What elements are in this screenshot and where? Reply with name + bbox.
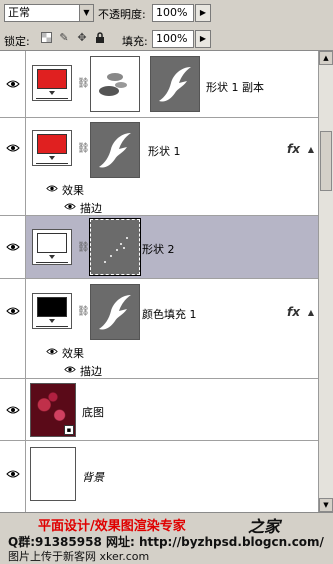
layer-thumbnail [32, 130, 72, 166]
layer-thumbnail [32, 229, 72, 265]
fill-label: 填充: [122, 35, 148, 48]
layers-scrollbar[interactable]: ▲ ▼ [318, 51, 333, 512]
expand-effects-icon[interactable]: ▲ [308, 308, 314, 317]
blend-mode-select[interactable]: 正常 ▼ [4, 4, 94, 22]
opacity-input[interactable]: 100% [152, 4, 194, 22]
swoosh-shape-icon [99, 295, 131, 330]
vector-mask-thumbnail[interactable] [90, 284, 140, 340]
layer-row-base-image[interactable]: ▪ 底图 [0, 379, 318, 441]
fill-slider-button[interactable]: ▶ [195, 30, 211, 48]
eye-icon[interactable] [64, 202, 76, 211]
swoosh-shape-icon [99, 133, 131, 168]
layer-row-shape2[interactable]: ⛓ 形状 2 [0, 216, 318, 279]
fill-input[interactable]: 100% [152, 30, 194, 48]
opacity-slider-button[interactable]: ▶ [195, 4, 211, 22]
eye-icon[interactable] [64, 365, 76, 374]
lock-all-icon[interactable] [94, 32, 106, 44]
opacity-value: 100% [156, 6, 188, 19]
effects-row[interactable]: 效果 [0, 343, 318, 361]
watermark-title: 平面设计/效果图渲染专家 [38, 519, 186, 534]
lock-brush-icon[interactable]: ✎ [58, 32, 70, 44]
visibility-toggle[interactable] [0, 51, 26, 117]
eye-icon [6, 243, 20, 251]
lock-label: 锁定: [4, 35, 30, 48]
visibility-toggle[interactable] [0, 441, 26, 512]
color-ramp-marker [49, 319, 55, 323]
layer-thumbnail [32, 65, 72, 101]
color-fill-swatch [37, 69, 67, 89]
blend-mode-value: 正常 [8, 6, 30, 19]
expand-effects-icon[interactable]: ▲ [308, 145, 314, 154]
layer-name[interactable]: 形状 1 [148, 143, 181, 159]
lock-transparency-icon[interactable] [40, 32, 52, 44]
layers-bottom-bar: 平面设计/效果图渲染专家 之家 Q群:91385958 网址: http://b… [0, 512, 333, 563]
layer-mask-thumbnail[interactable] [90, 56, 140, 112]
link-chain-icon: ⛓ [77, 143, 90, 154]
eye-icon [6, 470, 20, 478]
chevron-down-icon[interactable]: ▼ [79, 5, 93, 21]
brush-smudge-mask [99, 73, 127, 96]
vector-mask-thumbnail[interactable] [89, 218, 141, 276]
effects-label: 效果 [62, 347, 84, 360]
layer-name[interactable]: 形状 1 副本 [206, 79, 264, 95]
link-chain-icon: ⛓ [77, 306, 90, 317]
vector-mask-thumbnail[interactable] [150, 56, 200, 112]
layers-list: ⛓ 形状 1 副本 ⛓ 形状 1 fx ▲ 效果 描边 ⛓ 形状 2 ⛓ 颜色填… [0, 51, 318, 512]
path-points-icon [104, 237, 128, 263]
color-fill-swatch [37, 233, 67, 253]
color-fill-swatch [37, 297, 67, 317]
color-ramp-marker [49, 156, 55, 160]
layer-thumbnail [32, 293, 72, 329]
lock-move-icon[interactable]: ✥ [76, 32, 88, 44]
visibility-toggle[interactable] [0, 379, 26, 440]
eye-icon [6, 144, 20, 152]
layer-row-shape1-copy[interactable]: ⛓ 形状 1 副本 [0, 51, 318, 118]
layer-row-background[interactable]: 背景 [0, 441, 318, 512]
effect-item-row[interactable]: 描边 [0, 361, 318, 379]
fill-value: 100% [156, 32, 188, 45]
fx-icon[interactable]: fx [287, 142, 300, 156]
visibility-toggle[interactable] [0, 216, 26, 278]
eye-icon [6, 80, 20, 88]
color-fill-swatch [37, 134, 67, 154]
smart-object-icon: ▪ [64, 425, 74, 435]
eye-icon [6, 406, 20, 414]
layer-row-color-fill1[interactable]: ⛓ 颜色填充 1 fx ▲ 效果 描边 [0, 279, 318, 379]
effects-row[interactable]: 效果 [0, 180, 318, 198]
scroll-thumb[interactable] [320, 131, 332, 191]
lock-options-bar: 锁定: ✎ ✥ 填充: 100% ▶ [0, 27, 333, 51]
link-chain-icon: ⛓ [77, 242, 90, 253]
eye-icon[interactable] [46, 347, 58, 356]
blend-options-bar: 正常 ▼ 不透明度: 100% ▶ [0, 0, 333, 27]
effect-item-label: 描边 [80, 202, 102, 215]
vector-mask-thumbnail[interactable] [90, 122, 140, 178]
effects-label: 效果 [62, 184, 84, 197]
layer-name[interactable]: 背景 [82, 469, 104, 485]
swoosh-shape-icon [159, 67, 191, 102]
scroll-up-button[interactable]: ▲ [319, 51, 333, 65]
background-thumbnail [30, 447, 76, 501]
layer-name[interactable]: 底图 [82, 404, 104, 420]
image-thumbnail: ▪ [30, 383, 76, 437]
color-ramp-marker [49, 255, 55, 259]
opacity-label: 不透明度: [98, 8, 146, 21]
eye-icon[interactable] [46, 184, 58, 193]
effect-item-label: 描边 [80, 365, 102, 378]
layer-name[interactable]: 颜色填充 1 [142, 306, 197, 322]
layer-row-shape1[interactable]: ⛓ 形状 1 fx ▲ 效果 描边 [0, 118, 318, 216]
color-ramp-marker [49, 91, 55, 95]
fx-icon[interactable]: fx [287, 305, 300, 319]
scroll-down-button[interactable]: ▼ [319, 498, 333, 512]
effect-item-row[interactable]: 描边 [0, 198, 318, 216]
link-chain-icon: ⛓ [77, 78, 90, 89]
layer-name[interactable]: 形状 2 [142, 241, 175, 257]
eye-icon [6, 307, 20, 315]
